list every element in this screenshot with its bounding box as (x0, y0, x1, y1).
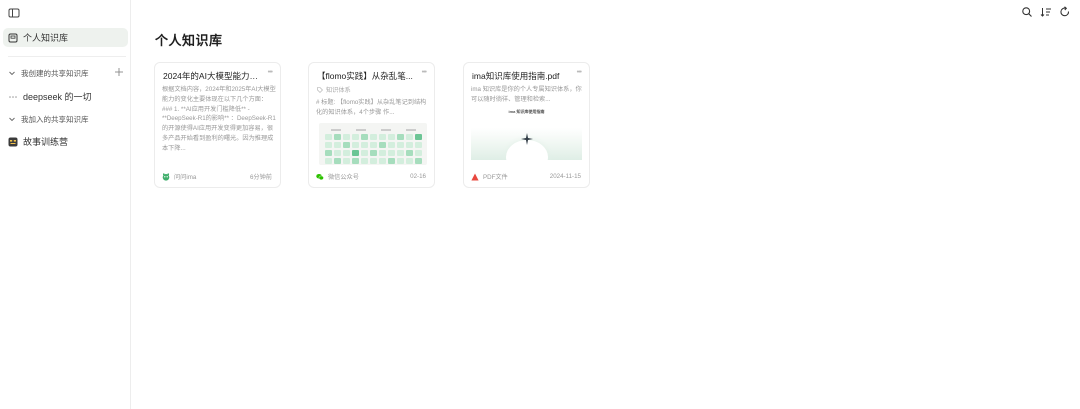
heatmap-cell (387, 134, 395, 140)
sidebar: 个人知识库 我创建的共享知识库 deepseek 的一切 我加入的共享知识库 故… (0, 0, 131, 409)
pdf-icon (471, 173, 479, 181)
chevron-down-icon (8, 69, 16, 77)
heatmap-cell (405, 150, 413, 156)
heatmap-cell (414, 158, 422, 164)
heatmap-cell (324, 150, 332, 156)
heatmap-cell (369, 158, 377, 164)
card-title: 【flomo实践】从杂乱笔... (317, 71, 413, 81)
heatmap-cell (405, 134, 413, 140)
card-title: ima知识库使用指南.pdf (472, 71, 560, 81)
search-icon[interactable] (1021, 6, 1033, 18)
sidebar-item-label: 个人知识库 (23, 33, 69, 43)
page-title: 个人知识库 (155, 33, 223, 48)
sidebar-item-personal-knowledge-base[interactable]: 个人知识库 (3, 28, 128, 47)
dots-icon (8, 92, 18, 102)
tag-icon (317, 86, 323, 93)
knowledge-card[interactable]: ima知识库使用指南.pdf ••• ima 知识库是你的个人专属知识体系，你可… (463, 62, 590, 188)
heatmap-cell (360, 158, 368, 164)
card-title: 2024年的AI大模型能力跟... (163, 71, 263, 81)
card-time: 02-16 (410, 173, 426, 180)
heatmap-cell (396, 158, 404, 164)
story-icon (8, 137, 18, 147)
heatmap-cell (342, 150, 350, 156)
heatmap-cell (324, 158, 332, 164)
knowledge-card[interactable]: 2024年的AI大模型能力跟... ••• 根据文档内容，2024年和2025年… (154, 62, 281, 188)
card-time: 2024-11-15 (549, 173, 581, 180)
heatmap-cell (378, 150, 386, 156)
thumbnail-heading: ima 知识库使用指南 (508, 109, 545, 114)
sidebar-section-joined-shared[interactable]: 我加入的共享知识库 (3, 111, 128, 127)
card-footer: 微信公众号 02-16 (316, 172, 426, 181)
sidebar-item-deepseek[interactable]: deepseek 的一切 (3, 87, 128, 106)
heatmap-cell (369, 142, 377, 148)
heatmap-cell (387, 142, 395, 148)
heatmap-cell (387, 150, 395, 156)
heatmap-cell (351, 134, 359, 140)
card-tag: 知识体系 (317, 85, 351, 94)
heatmap-cell (333, 150, 341, 156)
card-excerpt: 根据文档内容，2024年和2025年AI大模型能力的变化主要体现在以下几个方面：… (162, 86, 276, 152)
section-label: 我加入的共享知识库 (21, 114, 89, 124)
card-source: 微信公众号 (328, 174, 359, 181)
heatmap-cell (396, 150, 404, 156)
heatmap-cell (351, 150, 359, 156)
card-thumbnail (319, 123, 427, 165)
card-source: 问问ima (174, 174, 197, 181)
sidebar-toggle-icon[interactable] (8, 6, 20, 18)
heatmap-cell (414, 134, 422, 140)
heatmap-cell (324, 142, 332, 148)
heatmap-cell (324, 134, 332, 140)
sidebar-divider (8, 56, 126, 57)
heatmap-cell (342, 158, 350, 164)
heatmap-cell (342, 142, 350, 148)
sidebar-item-label: 故事训练营 (23, 137, 69, 147)
heatmap-cell (378, 142, 386, 148)
refresh-icon[interactable] (1059, 6, 1071, 18)
heatmap-cell (369, 134, 377, 140)
card-footer: PDF文件 2024-11-15 (471, 172, 581, 181)
card-source: PDF文件 (483, 174, 508, 181)
more-icon[interactable]: ••• (268, 69, 273, 76)
sidebar-item-story-camp[interactable]: 故事训练营 (3, 132, 128, 151)
heatmap-cell (414, 150, 422, 156)
section-label: 我创建的共享知识库 (21, 68, 89, 78)
heatmap-cell (378, 158, 386, 164)
heatmap-cell (333, 158, 341, 164)
knowledge-base-icon (8, 33, 18, 43)
card-excerpt: ima 知识库是你的个人专属知识体系，你可以随时徜徉、管理和检索... (471, 86, 582, 103)
sidebar-item-label: deepseek 的一切 (23, 92, 92, 102)
heatmap-cell (351, 158, 359, 164)
chevron-down-icon (8, 115, 16, 123)
heatmap-cell (387, 158, 395, 164)
heatmap-cell (396, 134, 404, 140)
heatmap-cell (360, 134, 368, 140)
heatmap-cell (405, 142, 413, 148)
sort-icon[interactable] (1040, 6, 1052, 18)
heatmap-cell (342, 134, 350, 140)
sidebar-section-created-shared[interactable]: 我创建的共享知识库 (3, 65, 128, 81)
card-excerpt: # 标题: 【flomo实践】从杂乱笔记到结构化的知识体系，4个步骤 作... (316, 99, 427, 116)
heatmap-cell (351, 142, 359, 148)
heatmap-cell (405, 158, 413, 164)
heatmap-cell (333, 142, 341, 148)
card-footer: 问问ima 6分钟前 (162, 172, 272, 181)
more-icon[interactable]: ••• (577, 69, 582, 76)
card-thumbnail: ima 知识库使用指南 (471, 106, 582, 160)
heatmap-cell (369, 150, 377, 156)
heatmap-cell (378, 134, 386, 140)
knowledge-card[interactable]: 【flomo实践】从杂乱笔... ••• 知识体系 # 标题: 【flomo实践… (308, 62, 435, 188)
heatmap-cell (360, 150, 368, 156)
heatmap-cell (396, 142, 404, 148)
heatmap-cell (414, 142, 422, 148)
more-icon[interactable]: ••• (422, 69, 427, 76)
ima-icon (162, 172, 170, 181)
heatmap-cell (333, 134, 341, 140)
sparkle-icon (521, 133, 533, 145)
add-shared-knowledge-base-icon[interactable] (114, 67, 124, 77)
wechat-icon (316, 173, 324, 181)
heatmap-cell (360, 142, 368, 148)
card-time: 6分钟前 (249, 174, 272, 181)
